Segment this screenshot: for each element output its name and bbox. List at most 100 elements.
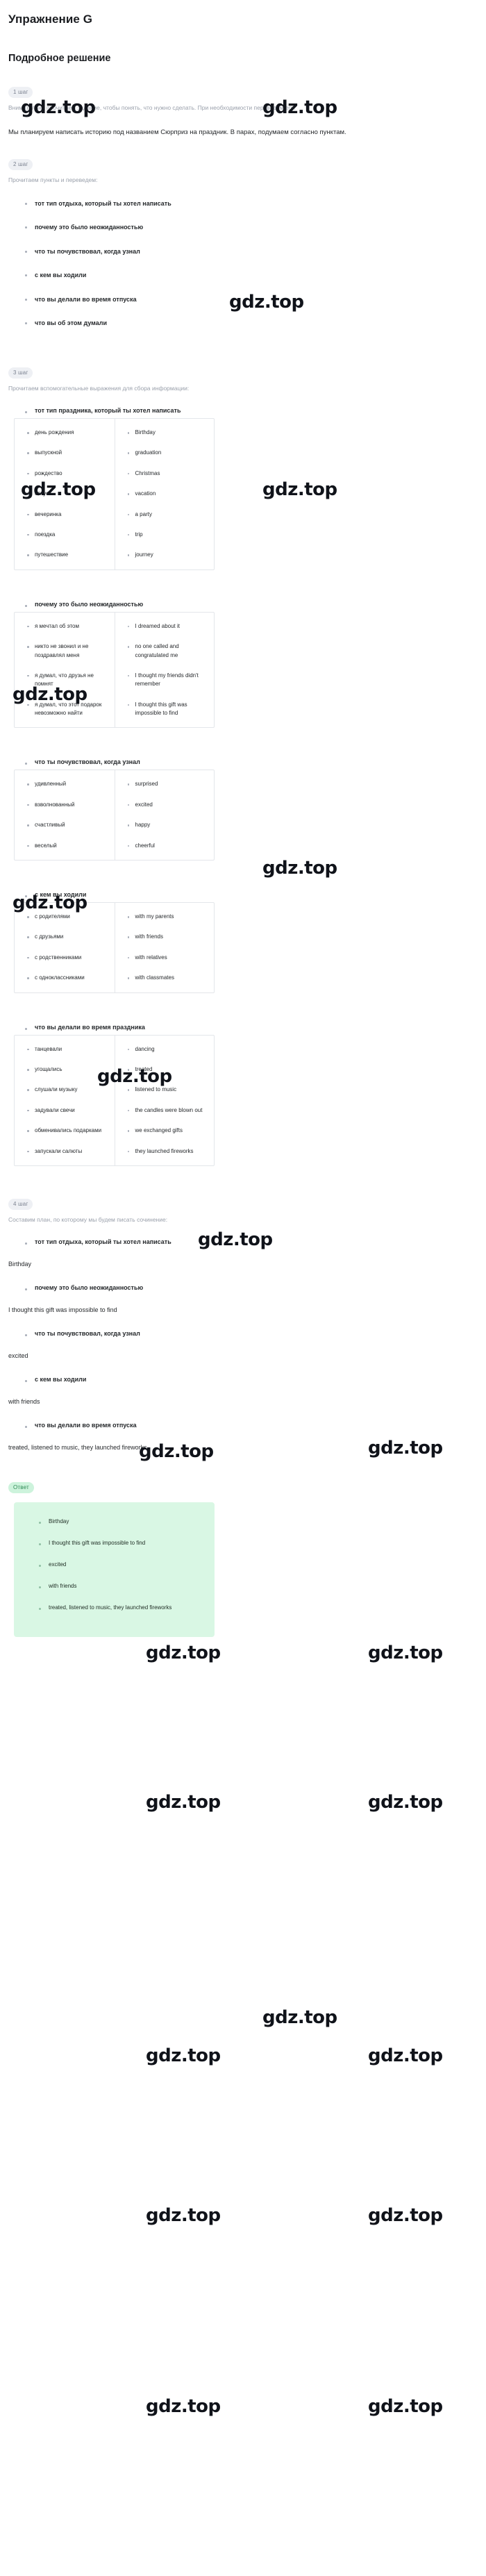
watermark: gdz.top	[368, 1643, 443, 1663]
list-item: surprised	[127, 780, 212, 788]
watermark: gdz.top	[368, 2396, 443, 2417]
list-item: with classmates	[127, 974, 212, 982]
list-item: что вы об этом думали	[25, 318, 479, 328]
list-item: excited	[39, 1561, 208, 1569]
vocab-table: танцевали угощались слушали музыку задув…	[14, 1034, 215, 1166]
list-item: почему это было неожиданностью	[25, 222, 479, 232]
vocab-table: я мечтал об этом никто не звонил и не по…	[14, 611, 215, 729]
watermark: gdz.top	[368, 2205, 443, 2226]
task-text: Мы планируем написать историю под назван…	[8, 128, 346, 136]
list-item: никто не звонил и не поздравлял меня	[27, 642, 112, 660]
list-item: Christmas	[127, 470, 212, 478]
list-item: рождество	[27, 470, 112, 478]
plan-answer: excited	[8, 1352, 28, 1359]
list-item: я думал, что этот подарок невозможно най…	[27, 701, 112, 718]
list-item: с родителями	[27, 913, 112, 921]
list-item: удивленный	[27, 780, 112, 788]
group-heading-label: с кем вы ходили	[25, 891, 479, 898]
vocab-column-en: dancing treated listened to music the ca…	[114, 1035, 215, 1165]
vocab-table: удивленный взволнованный счастливый весе…	[14, 770, 215, 861]
plan-answer: with friends	[8, 1397, 40, 1405]
list-item: they launched fireworks	[127, 1147, 212, 1156]
list-item: задували свечи	[27, 1106, 112, 1115]
list-item: Birthday	[39, 1518, 208, 1526]
step-badge-3: 3 шаг	[8, 367, 33, 379]
watermark: gdz.top	[368, 1792, 443, 1813]
list-item: запускали салюты	[27, 1147, 112, 1156]
group-heading: тот тип праздника, который ты хотел напи…	[7, 407, 479, 414]
vocab-table: с родителями с друзьями с родственниками…	[14, 902, 215, 993]
step-4-section: 4 шаг Составим план, по которому мы буде…	[7, 1197, 479, 1451]
plan-point: почему это было неожиданностью	[25, 1284, 479, 1291]
list-item: счастливый	[27, 821, 112, 829]
list-item: with friends	[127, 933, 212, 941]
step-3-section: 3 шаг Прочитаем вспомогательные выражени…	[7, 365, 479, 1166]
list-item: we exchanged gifts	[127, 1127, 212, 1135]
step-badge-1: 1 шаг	[8, 87, 33, 98]
list-item: угощались	[27, 1065, 112, 1074]
answer-badge: Ответ	[8, 1481, 34, 1493]
vocab-column-en: I dreamed about it no one called and con…	[114, 612, 215, 728]
list-item: treated	[127, 1065, 212, 1074]
list-item: happy	[127, 821, 212, 829]
list-item: с друзьями	[27, 933, 112, 941]
watermark: gdz.top	[146, 2205, 221, 2226]
list-item: the candles were blown out	[127, 1106, 212, 1115]
watermark: gdz.top	[368, 2045, 443, 2066]
list-item: взволнованный	[27, 801, 112, 809]
watermark: gdz.top	[262, 2007, 337, 2028]
vocab-column-en: with my parents with friends with relati…	[114, 903, 215, 992]
list-item: I thought this gift was impossible to fi…	[39, 1539, 208, 1547]
step-1-section: 1 шаг Внимательно прочитаем задание, что…	[7, 85, 479, 139]
list-item: выпускной	[27, 449, 112, 457]
list-item: no one called and congratulated me	[127, 642, 212, 660]
list-item: танцевали	[27, 1045, 112, 1054]
list-item: graduation	[127, 449, 212, 457]
vocab-column-ru: удивленный взволнованный счастливый весе…	[15, 770, 115, 860]
list-item: with friends	[39, 1582, 208, 1590]
list-item: a party	[127, 510, 212, 519]
list-item: с кем вы ходили	[25, 270, 479, 280]
list-item: excited	[127, 801, 212, 809]
plan-answer: Birthday	[8, 1260, 32, 1268]
group-heading: почему это было неожиданностью	[7, 601, 479, 608]
watermark: gdz.top	[146, 1792, 221, 1813]
step-4-hint: Составим план, по которому мы будем писа…	[8, 1215, 168, 1223]
list-item: слушали музыку	[27, 1086, 112, 1094]
answer-list: Birthday I thought this gift was impossi…	[21, 1518, 208, 1612]
list-item: I thought this gift was impossible to fi…	[127, 701, 212, 718]
list-item: что ты почувствовал, когда узнал	[25, 247, 479, 256]
vocab-column-ru: я мечтал об этом никто не звонил и не по…	[15, 613, 115, 728]
vocab-column-ru: танцевали угощались слушали музыку задув…	[15, 1036, 115, 1165]
list-item: поездка	[27, 531, 112, 539]
list-item: отпуск	[27, 490, 112, 498]
vocab-column-ru: с родителями с друзьями с родственниками…	[15, 903, 115, 992]
list-item: вечеринка	[27, 510, 112, 519]
step-3-hint: Прочитаем вспомогательные выражения для …	[8, 385, 190, 392]
plan-point: тот тип отдыха, который ты хотел написат…	[25, 1238, 479, 1245]
plan-point: что ты почувствовал, когда узнал	[25, 1330, 479, 1337]
list-item: dancing	[127, 1045, 212, 1054]
step-badge-4: 4 шаг	[8, 1198, 33, 1210]
list-item: trip	[127, 531, 212, 539]
plan-answer: treated, listened to music, they launche…	[8, 1443, 147, 1451]
plan-answer: I thought this gift was impossible to fi…	[8, 1306, 117, 1313]
group-heading: с кем вы ходили	[7, 891, 479, 898]
list-item: treated, listened to music, they launche…	[39, 1604, 208, 1612]
list-item: listened to music	[127, 1086, 212, 1094]
list-item: веселый	[27, 842, 112, 850]
step-1-hint: Внимательно прочитаем задание, чтобы пон…	[8, 104, 296, 111]
solution-heading: Подробное решение	[8, 53, 111, 64]
solution-page: gdz.top gdz.top gdz.top gdz.top gdz.top …	[0, 0, 486, 2417]
watermark: gdz.top	[146, 2396, 221, 2417]
plan-point: что вы делали во время отпуска	[25, 1422, 479, 1429]
list-item: vacation	[127, 490, 212, 498]
list-item: день рождения	[27, 429, 112, 437]
list-item: я думал, что друзья не помнят	[27, 672, 112, 689]
vocab-column-en: Birthday graduation Christmas vacation a…	[114, 419, 215, 570]
plan-point: с кем вы ходили	[25, 1376, 479, 1383]
answer-section: Ответ Birthday I thought this gift was i…	[7, 1480, 479, 1637]
task-points-list: тот тип отдыха, который ты хотел написат…	[7, 199, 479, 328]
group-heading-label: тот тип праздника, который ты хотел напи…	[25, 407, 479, 414]
list-item: с родственниками	[27, 954, 112, 962]
